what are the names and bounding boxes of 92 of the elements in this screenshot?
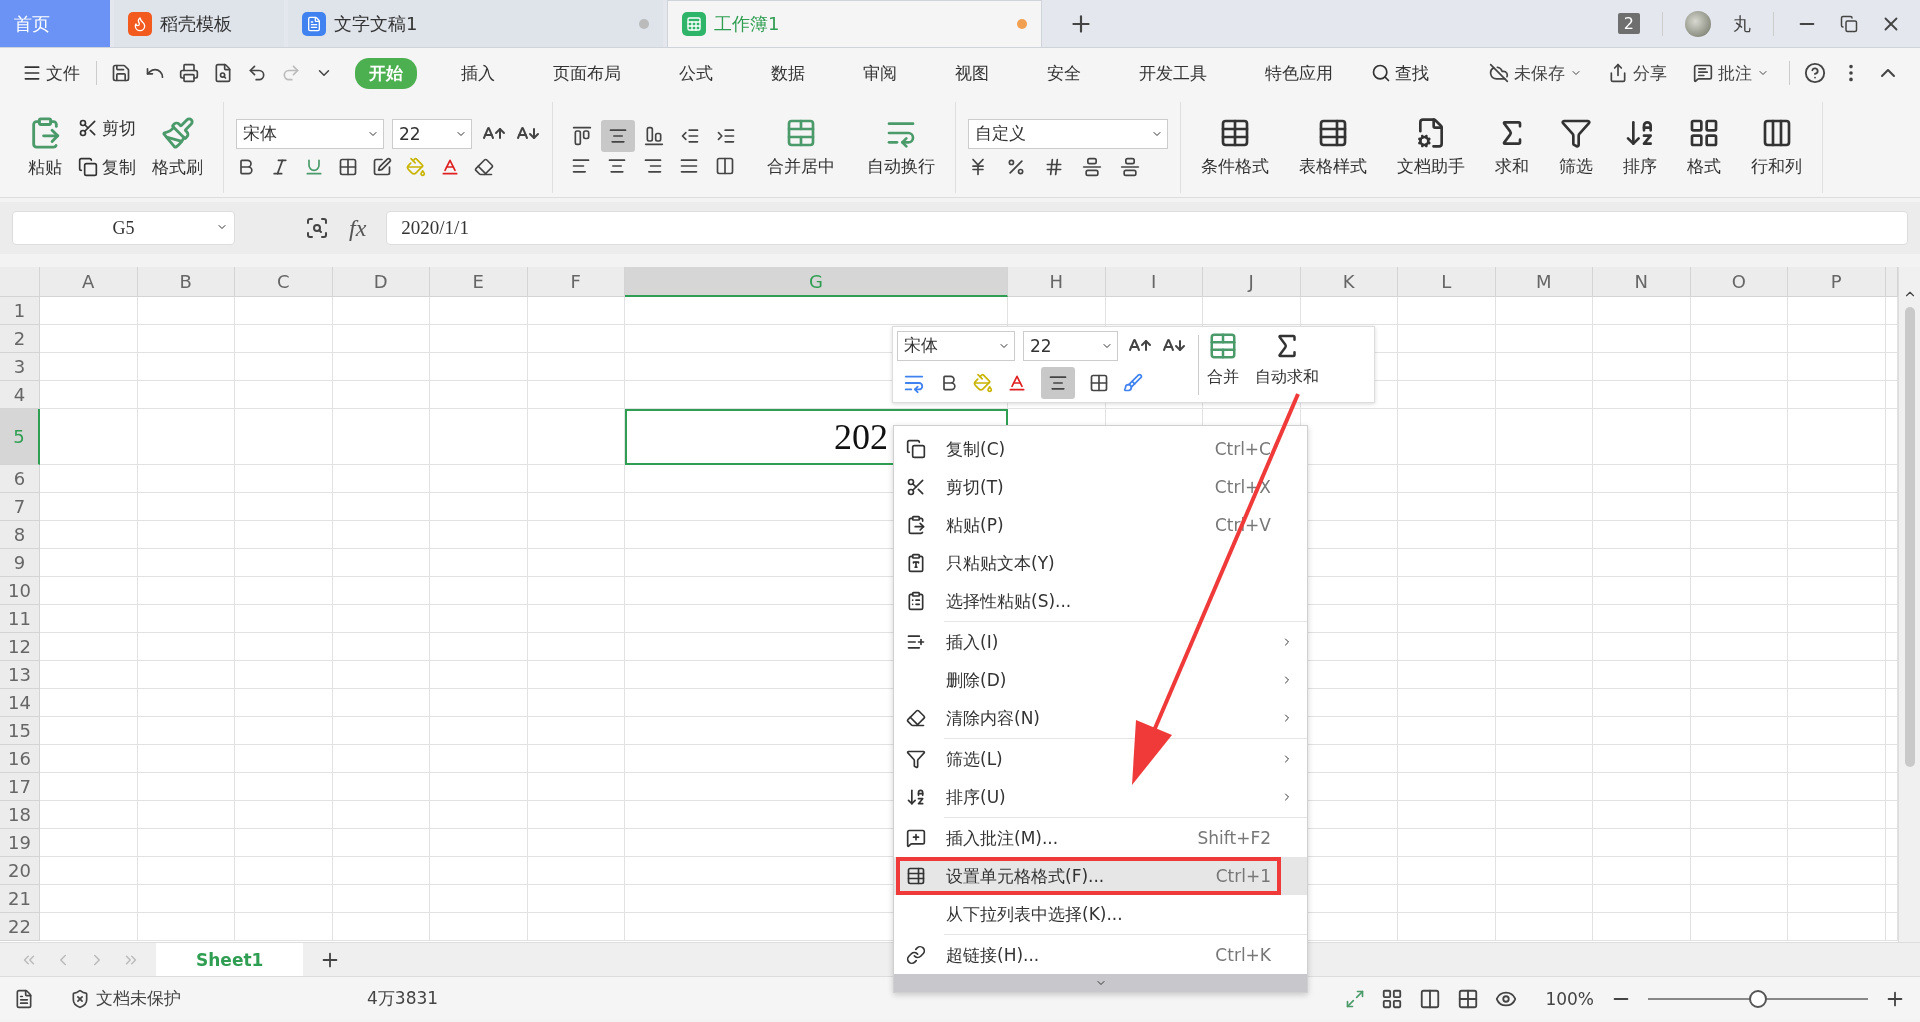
ribbon-tab[interactable]: 页面布局 — [539, 57, 635, 89]
column-header[interactable]: J — [1203, 267, 1301, 297]
format-painter-button[interactable]: 格式刷 — [144, 116, 211, 179]
ribbon-tab[interactable]: 开发工具 — [1125, 57, 1221, 89]
column-header[interactable]: O — [1690, 267, 1788, 297]
column-header[interactable]: N — [1593, 267, 1691, 297]
column-header[interactable]: E — [430, 267, 528, 297]
ribbon-button[interactable]: 排序 — [1615, 117, 1665, 178]
font-size-select[interactable]: 22 — [392, 118, 472, 149]
column-header[interactable]: K — [1300, 267, 1398, 297]
menu-item[interactable]: 超链接(H)... Ctrl+K — [894, 936, 1307, 974]
copy-button[interactable]: 复制 — [76, 153, 138, 181]
merge-button[interactable]: 合并 — [1199, 331, 1247, 398]
menu-item[interactable]: 设置单元格格式(F)... Ctrl+1 — [894, 857, 1307, 895]
column-header[interactable]: B — [137, 267, 235, 297]
ribbon-tab[interactable]: 插入 — [447, 57, 509, 89]
font-select[interactable]: 宋体 — [236, 118, 384, 149]
menu-item[interactable]: 排序(U) — [894, 778, 1307, 816]
ribbon-tab[interactable]: 视图 — [941, 57, 1003, 89]
window-count: 2 — [1617, 13, 1640, 34]
column-header[interactable]: A — [40, 267, 138, 297]
ribbon-tab[interactable]: 公式 — [665, 57, 727, 89]
row-header[interactable]: 1 — [0, 297, 40, 325]
ribbon-button[interactable]: 文档助手 — [1389, 117, 1473, 178]
row-header[interactable]: 20 — [0, 857, 40, 885]
menu-item[interactable]: 插入批注(M)... Shift+F2 — [894, 819, 1307, 857]
row-header[interactable]: 18 — [0, 801, 40, 829]
row-header[interactable]: 21 — [0, 885, 40, 913]
document-tab[interactable]: 文字文稿1 — [288, 0, 663, 47]
row-header[interactable]: 10 — [0, 577, 40, 605]
font-size-select[interactable]: 22 — [1023, 330, 1118, 361]
row-header[interactable]: 22 — [0, 913, 40, 941]
menu-item[interactable]: 从下拉列表中选择(K)... — [894, 895, 1307, 933]
comment-button[interactable]: 批注 — [1687, 60, 1775, 86]
ribbon-button[interactable]: 格式 — [1679, 117, 1729, 178]
column-header[interactable]: I — [1105, 267, 1203, 297]
save-status-button[interactable]: 未保存 — [1483, 60, 1588, 86]
number-format-select[interactable]: 自定义 — [968, 118, 1168, 149]
file-menu[interactable]: 文件 — [20, 59, 82, 87]
menu-item[interactable]: 只粘贴文本(Y) — [894, 544, 1307, 582]
autosum-button[interactable]: 自动求和 — [1247, 331, 1327, 398]
document-tab[interactable]: 稻壳模板 — [114, 0, 284, 47]
user-name: 丸 — [1733, 11, 1751, 36]
column-header[interactable]: F — [527, 267, 625, 297]
ribbon-tab[interactable]: 审阅 — [849, 57, 911, 89]
ribbon-tab[interactable]: 数据 — [757, 57, 819, 89]
menu-item[interactable]: 选择性粘贴(S)... — [894, 582, 1307, 620]
ribbon-button[interactable]: 条件格式 — [1193, 117, 1277, 178]
column-header[interactable]: P — [1788, 267, 1886, 297]
row-header[interactable]: 4 — [0, 381, 40, 409]
zoom-level[interactable]: 100% — [1545, 988, 1594, 1009]
column-header[interactable]: M — [1495, 267, 1593, 297]
paste-button[interactable]: 粘贴 — [20, 116, 70, 179]
menu-item[interactable]: 插入(I) — [894, 623, 1307, 661]
font-select[interactable]: 宋体 — [897, 330, 1015, 361]
ribbon-button[interactable]: 行和列 — [1743, 117, 1810, 178]
row-header[interactable]: 8 — [0, 521, 40, 549]
row-header[interactable]: 7 — [0, 493, 40, 521]
row-header[interactable]: 12 — [0, 633, 40, 661]
merge-button[interactable]: 合并居中 — [759, 117, 843, 178]
ribbon-button[interactable]: 筛选 — [1551, 117, 1601, 178]
wrap-text-button[interactable]: 自动换行 — [859, 117, 943, 178]
row-header[interactable]: 11 — [0, 605, 40, 633]
ribbon-tab[interactable]: 安全 — [1033, 57, 1095, 89]
cut-button[interactable]: 剪切 — [76, 114, 138, 142]
column-header[interactable]: C — [235, 267, 333, 297]
formula-field[interactable]: 2020/1/1 — [386, 211, 1908, 245]
row-header[interactable]: 3 — [0, 353, 40, 381]
row-header[interactable]: 2 — [0, 325, 40, 353]
menu-item[interactable]: 清除内容(N) — [894, 699, 1307, 737]
ribbon-button[interactable]: 表格样式 — [1291, 117, 1375, 178]
column-header[interactable]: H — [1008, 267, 1106, 297]
menu-item[interactable]: 筛选(L) — [894, 740, 1307, 778]
share-button[interactable]: 分享 — [1602, 60, 1673, 86]
name-box[interactable]: G5 — [12, 211, 235, 245]
fx-label: fx — [349, 214, 367, 242]
menu-item[interactable]: 删除(D) — [894, 661, 1307, 699]
protection-status: 文档未保护 — [96, 987, 181, 1010]
row-header[interactable]: 9 — [0, 549, 40, 577]
column-header[interactable]: L — [1398, 267, 1496, 297]
row-header[interactable]: 17 — [0, 773, 40, 801]
row-header[interactable]: 16 — [0, 745, 40, 773]
search-button[interactable]: 查找 — [1369, 59, 1431, 87]
row-header[interactable]: 15 — [0, 717, 40, 745]
count-text: 4万3831 — [367, 987, 439, 1010]
row-header[interactable]: 14 — [0, 689, 40, 717]
row-header[interactable]: 19 — [0, 829, 40, 857]
row-header[interactable]: 13 — [0, 661, 40, 689]
ribbon-tab[interactable]: 特色应用 — [1251, 57, 1347, 89]
ribbon-button[interactable]: 求和 — [1487, 117, 1537, 178]
column-header[interactable]: D — [332, 267, 430, 297]
row-header[interactable]: 6 — [0, 465, 40, 493]
